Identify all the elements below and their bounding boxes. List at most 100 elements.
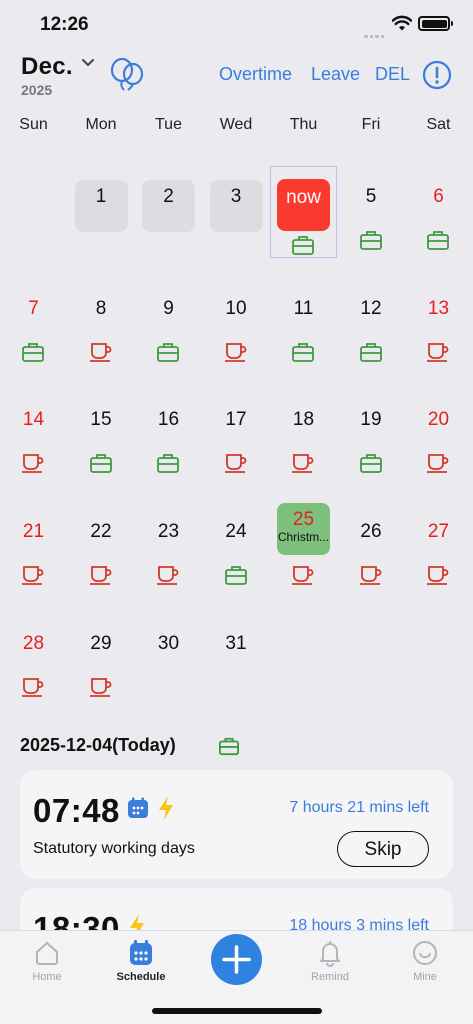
calendar-day[interactable]: 3 (203, 166, 270, 276)
calendar-day[interactable]: 6 (405, 166, 472, 276)
day-number: 11 (293, 297, 314, 319)
weekday-label: Tue (155, 116, 182, 133)
calendar-day[interactable]: 27 (405, 501, 472, 611)
day-number: 3 (230, 186, 242, 207)
day-number: 8 (95, 297, 107, 319)
calendar-icon (130, 940, 152, 965)
chevron-down-icon[interactable] (80, 56, 96, 70)
briefcase-icon (426, 229, 450, 251)
coffee-icon (156, 564, 180, 586)
day-number: 5 (365, 186, 377, 207)
calendar-day[interactable]: 31 (203, 613, 270, 723)
weekday-label: Thu (289, 116, 318, 133)
calendar-day[interactable]: 7 (0, 278, 67, 388)
day-number: 29 (90, 632, 112, 654)
calendar-day[interactable]: 1 (68, 166, 135, 276)
tab-home[interactable]: Home (12, 939, 82, 983)
calendar-day[interactable]: 19 (338, 389, 405, 499)
day-number: 26 (360, 521, 382, 543)
coffee-icon (89, 676, 113, 698)
reminder-time: 07:48 (33, 792, 120, 829)
status-bar: 12:26 (0, 0, 473, 48)
day-number: 16 (157, 409, 180, 431)
coffee-icon (224, 452, 248, 474)
calendar-day[interactable]: 14 (0, 389, 67, 499)
coffee-icon (21, 564, 45, 586)
calendar-day[interactable]: 8 (68, 278, 135, 388)
coffee-icon (89, 341, 113, 363)
tab-label: Schedule (116, 971, 166, 983)
day-number: 9 (163, 297, 174, 319)
calendar-day[interactable]: 18 (270, 389, 337, 499)
calendar-day[interactable]: now (270, 166, 337, 276)
smile-icon (413, 941, 437, 965)
tab-mine[interactable]: Mine (390, 939, 460, 983)
bell-icon (320, 941, 340, 967)
calendar-day[interactable]: 24 (203, 501, 270, 611)
now-badge[interactable]: now (277, 179, 330, 231)
day-number: 14 (22, 409, 45, 431)
coffee-icon (224, 341, 248, 363)
day-number: 28 (22, 632, 45, 654)
calendar-day[interactable]: 17 (203, 389, 270, 499)
reminder-label: Statutory working days (33, 840, 195, 857)
day-number: 17 (225, 409, 247, 431)
holiday-badge[interactable]: 25 Christm... (277, 503, 330, 556)
time-left-label: 7 hours 21 mins left (289, 799, 429, 816)
overtime-link[interactable]: Overtime (219, 64, 292, 85)
tab-label: Home (32, 971, 62, 983)
day-number: 2 (163, 186, 174, 207)
briefcase-icon (359, 229, 383, 251)
del-link[interactable]: DEL (375, 64, 410, 85)
battery-icon (418, 16, 453, 31)
calendar-day[interactable]: 26 (338, 501, 405, 611)
weekday-label: Sun (19, 116, 48, 133)
calendar-day[interactable]: 22 (68, 501, 135, 611)
month-title[interactable]: Dec. (21, 53, 73, 81)
coffee-icon (291, 564, 315, 586)
calendar-day[interactable]: 23 (135, 501, 202, 611)
weekday-label: Sat (426, 116, 451, 133)
coffee-icon (89, 564, 113, 586)
add-button[interactable] (211, 934, 262, 985)
day-number: 21 (22, 521, 45, 543)
day-number: 20 (427, 409, 450, 431)
tab-label: Mine (413, 971, 437, 983)
briefcase-icon (21, 341, 45, 363)
coffee-icon (359, 564, 383, 586)
balloon-icon[interactable] (108, 56, 146, 92)
skip-button[interactable]: Skip (337, 831, 429, 867)
calendar-day[interactable]: 12 (338, 278, 405, 388)
home-icon (36, 941, 58, 965)
day-number: 24 (225, 521, 247, 543)
calendar-day[interactable]: 16 (135, 389, 202, 499)
day-number: 31 (225, 632, 247, 654)
calendar-day[interactable]: 13 (405, 278, 472, 388)
plus-icon (222, 945, 251, 974)
briefcase-icon (359, 452, 383, 474)
calendar-day[interactable]: 20 (405, 389, 472, 499)
info-icon[interactable] (422, 60, 452, 90)
home-indicator (152, 1008, 322, 1014)
calendar-day[interactable]: 28 (0, 613, 67, 723)
calendar-day[interactable]: 2 (135, 166, 202, 276)
coffee-icon (21, 452, 45, 474)
calendar-day[interactable]: 29 (68, 613, 135, 723)
calendar-day[interactable]: 11 (270, 278, 337, 388)
coffee-icon (426, 341, 450, 363)
tab-schedule[interactable]: Schedule (106, 939, 176, 983)
calendar-day[interactable]: 21 (0, 501, 67, 611)
calendar-day[interactable]: 9 (135, 278, 202, 388)
calendar-day[interactable]: 15 (68, 389, 135, 499)
cellular-signal-icon (364, 25, 386, 38)
calendar-day[interactable]: 30 (135, 613, 202, 723)
tab-remind[interactable]: Remind (295, 939, 365, 983)
briefcase-icon (89, 452, 113, 474)
calendar-day[interactable]: 5 (338, 166, 405, 276)
calendar-day[interactable]: 10 (203, 278, 270, 388)
leave-link[interactable]: Leave (311, 64, 360, 85)
day-number: 27 (427, 521, 450, 543)
reminder-card[interactable]: 07:48 7 hours 21 mins left Statutory wor… (20, 770, 453, 879)
calendar-day[interactable]: 25 Christm... (270, 501, 337, 611)
day-number: 19 (360, 409, 382, 431)
